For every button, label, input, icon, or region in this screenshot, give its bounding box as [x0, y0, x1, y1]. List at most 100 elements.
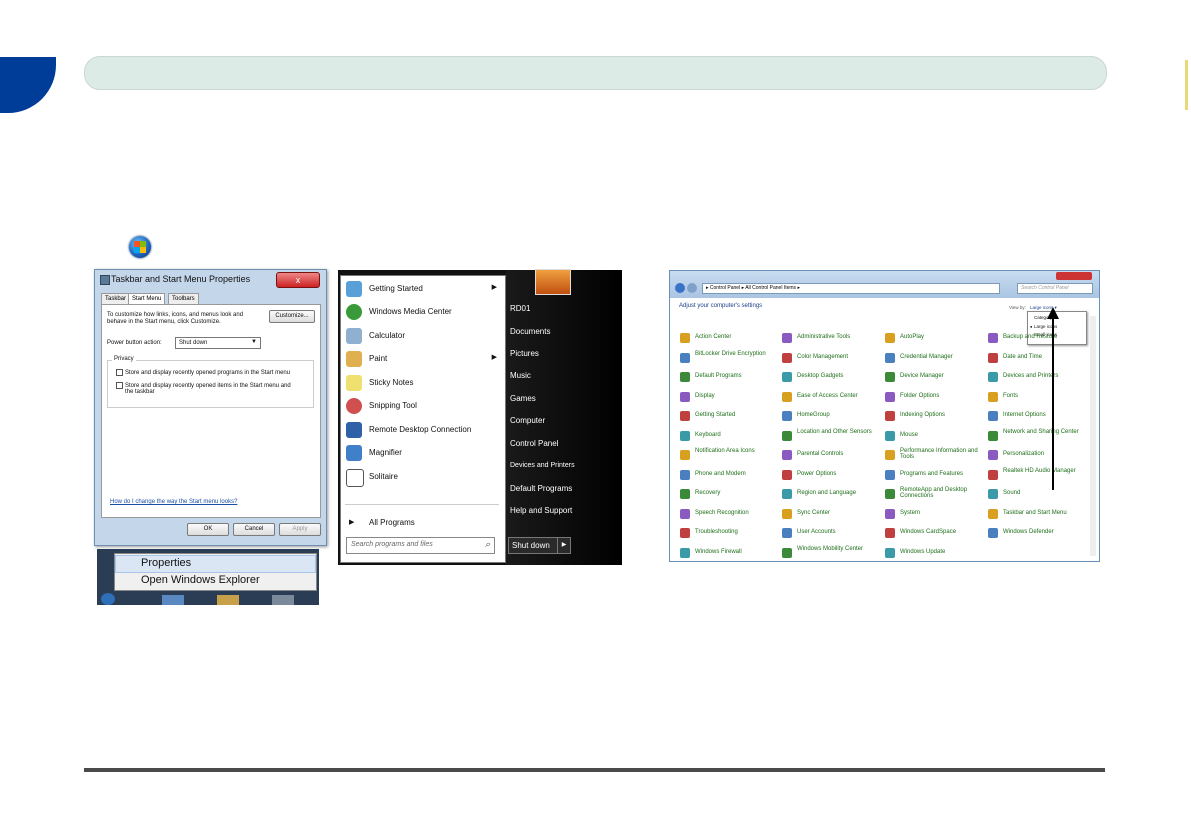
start-item-label: Getting Started	[369, 284, 423, 293]
control-panel-window: ▸ Control Panel ▸ All Control Panel Item…	[669, 270, 1100, 562]
cp-item-icon	[782, 508, 792, 519]
close-icon[interactable]: x	[276, 272, 320, 288]
cp-item-label: Devices and Printers	[1003, 373, 1059, 379]
cp-item-label: Device Manager	[900, 373, 944, 379]
start-item-snipping-tool[interactable]: Snipping Tool	[341, 395, 505, 418]
taskbar-app-icon[interactable]	[162, 595, 184, 605]
cp-item-label: Notification Area Icons	[695, 448, 755, 454]
cp-item-icon	[885, 430, 895, 441]
cp-item-icon	[988, 469, 998, 480]
edge-marker	[1185, 60, 1188, 110]
shutdown-button[interactable]: Shut down ▶	[508, 537, 571, 554]
cp-item-label: Credential Manager	[900, 353, 953, 360]
calculator-icon	[346, 328, 362, 344]
start-item-label: Sticky Notes	[369, 378, 414, 387]
cp-item-label: Desktop Gadgets	[797, 373, 844, 379]
all-programs[interactable]: ▶ All Programs	[341, 512, 505, 535]
taskbar-properties-dialog: Taskbar and Start Menu Properties x Task…	[94, 269, 327, 546]
start-orb-icon[interactable]	[101, 593, 115, 605]
taskbar-app-icon[interactable]	[272, 595, 294, 605]
start-link-default-programs[interactable]: Default Programs	[510, 484, 572, 493]
user-avatar[interactable]	[535, 269, 571, 295]
start-link-music[interactable]: Music	[510, 371, 531, 380]
context-menu-open-explorer[interactable]: Open Windows Explorer	[141, 574, 260, 586]
intro-text-2: behave in the Start menu, click Customiz…	[107, 319, 221, 325]
cp-item-icon	[782, 528, 792, 538]
start-link-rd01[interactable]: RD01	[510, 304, 530, 313]
start-link-pictures[interactable]: Pictures	[510, 349, 539, 358]
start-link-devices[interactable]: Devices and Printers	[510, 462, 575, 469]
start-item-magnifier[interactable]: Magnifier	[341, 442, 505, 465]
chevron-right-icon[interactable]: ▶	[557, 537, 571, 554]
customize-button[interactable]: Customize...	[269, 310, 315, 323]
cp-item-label: Administrative Tools	[797, 334, 851, 340]
start-link-control-panel[interactable]: Control Panel	[510, 439, 558, 448]
chevron-down-icon: ▼	[251, 339, 257, 345]
checkbox-checked-icon[interactable]	[116, 369, 123, 376]
cp-item-icon	[885, 469, 895, 480]
start-link-documents[interactable]: Documents	[510, 327, 550, 336]
cp-item-label: Taskbar and Start Menu	[1003, 509, 1067, 516]
cp-item-label: Mouse	[900, 431, 919, 438]
ok-button[interactable]: OK	[187, 523, 229, 536]
cp-item-label: Performance Information and Tools	[900, 448, 978, 460]
divider	[345, 504, 499, 505]
cp-item-icon	[885, 391, 895, 402]
taskbar-context-crop: Properties Open Windows Explorer	[97, 549, 319, 605]
pointer-arrow	[1052, 318, 1054, 490]
cp-item-icon	[988, 352, 998, 363]
cp-item-label: BitLocker Drive Encryption	[695, 350, 766, 357]
start-item-solitaire[interactable]: Solitaire	[341, 466, 505, 489]
chevron-right-icon: ▶	[349, 519, 355, 526]
cp-item-icon	[680, 547, 690, 558]
page-tab-marker	[0, 57, 56, 113]
chevron-right-icon: ▶	[491, 284, 497, 291]
solitaire-icon	[346, 469, 364, 487]
start-link-games[interactable]: Games	[510, 394, 536, 403]
cp-item-label: Windows Firewall	[695, 548, 742, 555]
cp-item-icon	[885, 411, 895, 421]
cp-item-icon	[782, 391, 792, 402]
start-item-paint[interactable]: Paint ▶	[341, 348, 505, 371]
taskbar-folder-icon[interactable]	[217, 595, 239, 605]
start-item-getting-started[interactable]: Getting Started ▶	[341, 278, 505, 301]
cp-item-label: Sync Center	[797, 509, 831, 516]
cp-item-label: RemoteApp and Desktop Connections	[900, 487, 968, 499]
checkbox-checked-icon[interactable]	[116, 382, 123, 389]
power-button-select[interactable]: Shut down ▼	[175, 337, 261, 349]
privacy-option-1-label: Store and display recently opened progra…	[125, 370, 291, 377]
cp-item-label: Display	[695, 392, 715, 399]
cp-item-label: Recovery	[695, 490, 721, 496]
start-item-sticky-notes[interactable]: Sticky Notes	[341, 372, 505, 395]
sticky-notes-icon	[346, 375, 362, 391]
cancel-button[interactable]: Cancel	[233, 523, 275, 536]
help-link[interactable]: How do I change the way the Start menu l…	[110, 499, 237, 505]
cp-item-label: Folder Options	[900, 392, 940, 399]
cp-item-label: Keyboard	[695, 431, 721, 438]
start-search-input[interactable]: Search programs and files ⌕	[346, 537, 495, 554]
cp-item-icon	[782, 547, 792, 558]
start-item-calculator[interactable]: Calculator	[341, 325, 505, 348]
start-item-remote-desktop[interactable]: Remote Desktop Connection	[341, 419, 505, 442]
cp-item-icon	[885, 508, 895, 519]
start-link-computer[interactable]: Computer	[510, 416, 545, 425]
shutdown-label: Shut down	[512, 541, 550, 550]
cp-item-label: Speech Recognition	[695, 509, 749, 516]
cp-item-icon	[782, 333, 792, 343]
privacy-group-label: Privacy	[112, 356, 136, 362]
cp-item-icon	[680, 372, 690, 382]
cp-item-label: System	[900, 509, 921, 516]
cp-item-label: Phone and Modem	[695, 470, 746, 477]
cp-item-label: Personalization	[1003, 451, 1045, 457]
cp-item-label: Backup and Restore	[1003, 334, 1058, 340]
start-link-help[interactable]: Help and Support	[510, 506, 572, 515]
cp-item-label: Default Programs	[695, 373, 742, 379]
cp-item-label: Location and Other Sensors	[797, 428, 872, 435]
cp-item-icon	[680, 333, 690, 343]
start-item-media-center[interactable]: Windows Media Center	[341, 301, 505, 324]
cp-item-icon	[782, 430, 792, 441]
privacy-option-1[interactable]: Store and display recently opened progra…	[116, 369, 290, 376]
apply-button[interactable]: Apply	[279, 523, 321, 536]
dialog-title: Taskbar and Start Menu Properties	[111, 274, 251, 284]
context-menu-properties[interactable]: Properties	[141, 557, 191, 569]
